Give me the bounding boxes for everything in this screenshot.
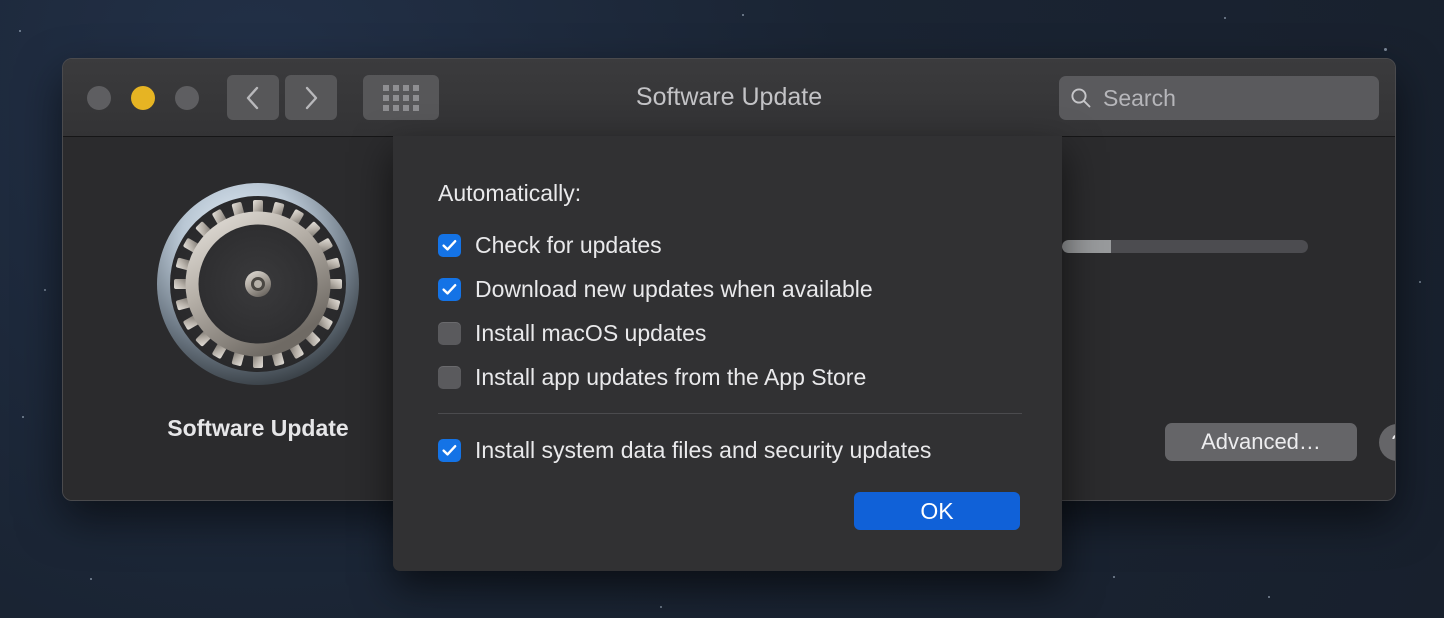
software-update-gear-icon: [157, 183, 359, 385]
checkbox-row-install-system-data-files[interactable]: Install system data files and security u…: [438, 428, 1016, 472]
search-icon: [1071, 88, 1091, 108]
chevron-right-icon: [305, 86, 318, 109]
star-speck: [90, 578, 92, 580]
star-speck: [22, 416, 24, 418]
checkbox-install-app-updates[interactable]: [438, 365, 461, 389]
checkbox-row-download-new-updates[interactable]: Download new updates when available: [438, 267, 1016, 311]
show-all-grid-icon: [383, 84, 419, 111]
zoom-button[interactable]: [175, 85, 199, 110]
forward-button[interactable]: [285, 75, 337, 120]
automatic-updates-sheet: Automatically: Check for updates Downloa…: [393, 136, 1062, 571]
help-button[interactable]: ?: [1379, 424, 1395, 461]
search-placeholder: Search: [1103, 84, 1176, 111]
back-button[interactable]: [227, 75, 279, 120]
star-speck: [44, 289, 46, 291]
star-speck: [742, 14, 744, 16]
checkmark-icon: [442, 283, 457, 295]
checkbox-label: Check for updates: [475, 231, 662, 258]
icon-caption: Software Update: [167, 415, 349, 441]
update-progress-bar: [1062, 240, 1308, 253]
checkbox-row-check-for-updates[interactable]: Check for updates: [438, 223, 1016, 267]
checkmark-icon: [442, 239, 457, 251]
sheet-divider: [438, 413, 1022, 414]
chevron-left-icon: [246, 86, 259, 109]
checkbox-install-system-data-files[interactable]: [438, 438, 461, 462]
advanced-button[interactable]: Advanced…: [1165, 423, 1357, 461]
star-speck: [1268, 596, 1270, 598]
search-input[interactable]: Search: [1059, 76, 1379, 120]
ok-button[interactable]: OK: [854, 492, 1020, 530]
checkbox-row-install-macos-updates[interactable]: Install macOS updates: [438, 311, 1016, 355]
show-all-button[interactable]: [363, 75, 439, 120]
checkbox-check-for-updates[interactable]: [438, 233, 461, 257]
update-progress-fill: [1062, 240, 1112, 253]
checkbox-label: Install macOS updates: [475, 319, 707, 346]
minimize-button[interactable]: [131, 85, 155, 110]
traffic-lights: [87, 85, 199, 110]
star-speck: [1113, 576, 1115, 578]
checkbox-label: Install app updates from the App Store: [475, 363, 867, 390]
checkbox-label: Download new updates when available: [475, 275, 873, 302]
sheet-heading: Automatically:: [438, 180, 582, 206]
checkbox-install-macos-updates[interactable]: [438, 321, 461, 345]
checkbox-download-new-updates[interactable]: [438, 277, 461, 301]
star-speck: [19, 30, 21, 32]
update-status-pane: Advanced… ?: [1062, 137, 1395, 500]
nav-buttons: [227, 75, 337, 120]
star-speck: [1419, 281, 1421, 283]
checkbox-row-install-app-updates[interactable]: Install app updates from the App Store: [438, 355, 1016, 399]
window-titlebar: Software Update Search: [63, 59, 1395, 137]
checkbox-label: Install system data files and security u…: [475, 436, 932, 463]
star-speck: [1384, 48, 1387, 51]
star-speck: [660, 606, 662, 608]
star-speck: [1224, 17, 1226, 19]
close-button[interactable]: [87, 85, 111, 110]
checkmark-icon: [442, 444, 457, 456]
